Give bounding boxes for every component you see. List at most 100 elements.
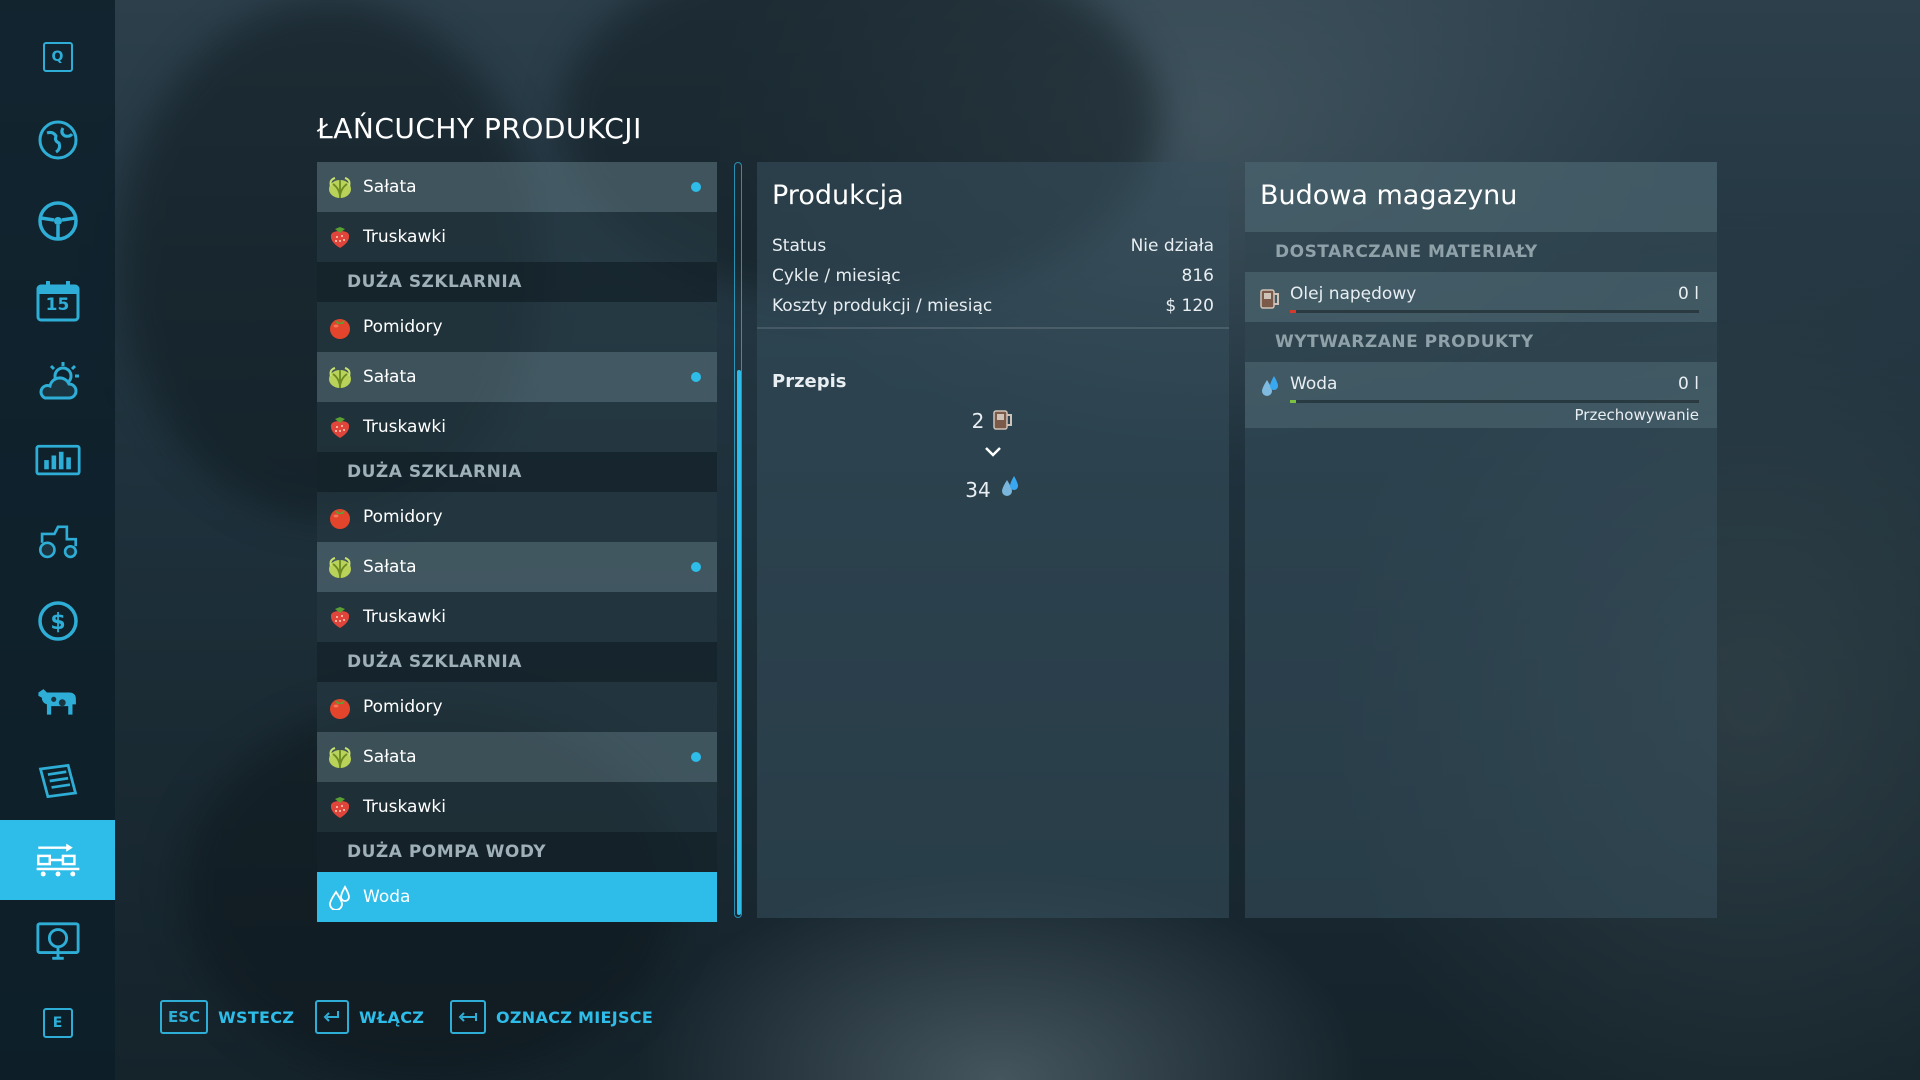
facility-header: DUŻA SZKLARNIA	[317, 642, 717, 682]
q-key-icon: Q	[42, 42, 73, 72]
sidebar-item-calendar[interactable]: 15	[0, 266, 115, 336]
production-list-item[interactable]: Pomidory	[317, 302, 717, 352]
water-drop-icon	[999, 474, 1021, 505]
production-list-item[interactable]: Truskawki	[317, 782, 717, 832]
production-list-item[interactable]: Truskawki	[317, 592, 717, 642]
strawberry-icon	[327, 224, 353, 250]
recipe-output-amount: 34	[965, 477, 991, 502]
footer-mark-location[interactable]: OZNACZ MIEJSCE	[450, 1000, 653, 1034]
production-list-item[interactable]: Sałata	[317, 162, 717, 212]
water-icon	[327, 884, 353, 910]
chevron-down-icon	[983, 440, 1003, 464]
active-indicator-dot	[691, 562, 701, 572]
recipe-title: Przepis	[772, 371, 847, 392]
status-label: Status	[772, 236, 827, 256]
sidebar-item-map[interactable]	[0, 105, 115, 175]
costs-value: $ 120	[1165, 296, 1214, 316]
weather-icon	[35, 358, 81, 404]
storage-title-band: Budowa magazynu	[1245, 162, 1717, 232]
footer-toggle[interactable]: WŁĄCZ	[315, 1000, 424, 1034]
production-list-item[interactable]: Sałata	[317, 732, 717, 782]
outputs-header: WYTWARZANE PRODUKTY	[1245, 322, 1717, 362]
contracts-icon	[35, 758, 81, 804]
fuel-canister-icon	[992, 405, 1014, 436]
help-icon	[35, 918, 81, 964]
facility-header: DUŻA SZKLARNIA	[317, 262, 717, 302]
output-fill-bar	[1290, 400, 1699, 403]
enter-key-icon	[315, 1000, 349, 1034]
tomato-icon	[327, 694, 353, 720]
globe-map-icon	[35, 117, 81, 163]
calendar-day: 15	[45, 295, 70, 315]
storage-build-title: Budowa magazynu	[1260, 180, 1518, 211]
facility-header-label: DUŻA SZKLARNIA	[347, 652, 522, 672]
recipe-output: 34	[757, 474, 1229, 505]
steering-wheel-icon	[35, 198, 81, 244]
sidebar-next-key[interactable]: E	[0, 988, 115, 1058]
costs-label: Koszty produkcji / miesiąc	[772, 296, 993, 316]
production-list-item[interactable]: Sałata	[317, 542, 717, 592]
production-chains-icon	[35, 837, 81, 883]
strawberry-icon	[327, 794, 353, 820]
sidebar-item-vehicles[interactable]	[0, 186, 115, 256]
output-fill-marker	[1290, 400, 1296, 403]
production-list-item-label: Truskawki	[363, 227, 446, 247]
storage-build-panel: Budowa magazynu DOSTARCZANE MATERIAŁY Ol…	[1245, 162, 1717, 918]
fuel-canister-icon	[1257, 284, 1283, 310]
sidebar-item-weather[interactable]	[0, 346, 115, 416]
lettuce-icon	[327, 744, 353, 770]
back-button-label: WSTECZ	[218, 1007, 295, 1027]
production-list-item-label: Pomidory	[363, 317, 443, 337]
svg-text:$: $	[50, 610, 65, 635]
sidebar-item-statistics[interactable]	[0, 426, 115, 496]
statistics-icon	[34, 438, 81, 484]
production-list-item[interactable]: Truskawki	[317, 402, 717, 452]
sidebar-item-garage[interactable]	[0, 506, 115, 576]
sidebar-item-finances[interactable]: $	[0, 586, 115, 656]
page-title: ŁAŃCUCHY PRODUKCJI	[317, 112, 642, 145]
production-list-item-label: Truskawki	[363, 417, 446, 437]
facility-header: DUŻA SZKLARNIA	[317, 452, 717, 492]
list-scrollbar-thumb[interactable]	[737, 370, 741, 915]
input-material-row[interactable]: Olej napędowy 0 l	[1245, 272, 1717, 322]
output-mode-label[interactable]: Przechowywanie	[1575, 406, 1700, 424]
sidebar: Q 15 $ E	[0, 0, 115, 1080]
calendar-icon: 15	[35, 278, 81, 324]
production-list-item-label: Sałata	[363, 747, 417, 767]
sidebar-item-help[interactable]	[0, 906, 115, 976]
production-list-item[interactable]: Pomidory	[317, 492, 717, 542]
production-list-item[interactable]: Woda	[317, 872, 717, 922]
sidebar-item-contracts[interactable]	[0, 746, 115, 816]
sidebar-prev-key[interactable]: Q	[0, 22, 115, 92]
footer-back[interactable]: ESC WSTECZ	[160, 1000, 294, 1034]
esc-key-icon: ESC	[160, 1000, 209, 1034]
production-list-item[interactable]: Pomidory	[317, 682, 717, 732]
costs-row: Koszty produkcji / miesiąc $ 120	[757, 291, 1229, 321]
production-list-item[interactable]: Truskawki	[317, 212, 717, 262]
lettuce-icon	[327, 554, 353, 580]
tractor-icon	[35, 518, 81, 564]
recipe-arrow	[757, 440, 1229, 464]
tomato-icon	[327, 314, 353, 340]
e-key-icon: E	[42, 1008, 73, 1038]
active-indicator-dot	[691, 182, 701, 192]
output-product-name: Woda	[1290, 374, 1338, 394]
output-product-amount: 0 l	[1678, 374, 1699, 394]
recipe-input: 2	[757, 405, 1229, 436]
cycles-value: 816	[1181, 266, 1214, 286]
production-list-item-label: Sałata	[363, 367, 417, 387]
strawberry-icon	[327, 604, 353, 630]
output-product-row[interactable]: Woda 0 l Przechowywanie	[1245, 362, 1717, 428]
production-list-item[interactable]: Sałata	[317, 352, 717, 402]
animals-icon	[35, 678, 81, 724]
facility-header-label: DUŻA SZKLARNIA	[347, 272, 522, 292]
lettuce-icon	[327, 364, 353, 390]
facility-header: DUŻA POMPA WODY	[317, 832, 717, 872]
input-material-amount: 0 l	[1678, 284, 1699, 304]
production-list-item-label: Truskawki	[363, 607, 446, 627]
input-fill-marker	[1290, 310, 1296, 313]
sidebar-item-production[interactable]	[0, 820, 115, 900]
sidebar-item-animals[interactable]	[0, 666, 115, 736]
input-fill-bar	[1290, 310, 1699, 313]
tomato-icon	[327, 504, 353, 530]
